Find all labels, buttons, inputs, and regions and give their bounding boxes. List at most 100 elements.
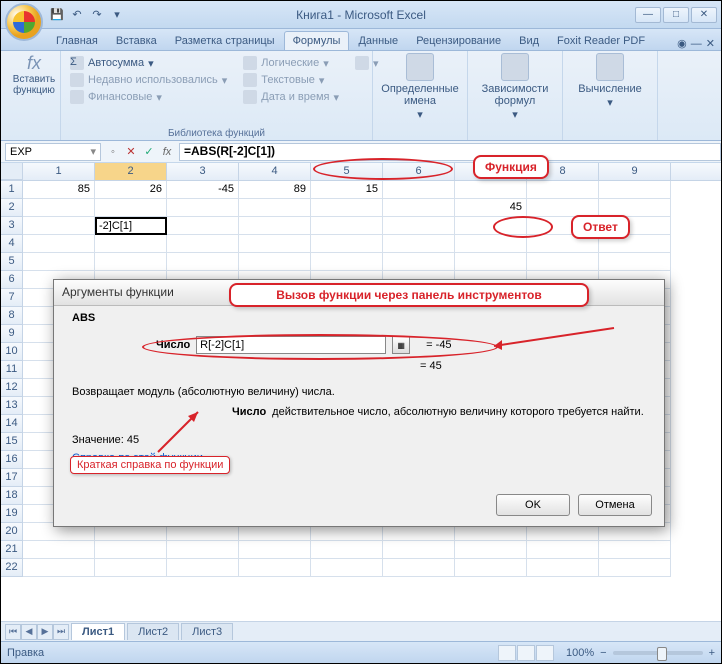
financial-button[interactable]: Финансовые ▾ (67, 89, 230, 105)
row-header[interactable]: 3 (1, 217, 23, 235)
cell[interactable] (455, 541, 527, 559)
cancel-button[interactable]: Отмена (578, 494, 652, 516)
select-all-corner[interactable] (1, 163, 23, 180)
cell[interactable] (383, 253, 455, 271)
cell[interactable] (311, 217, 383, 235)
cell[interactable] (527, 541, 599, 559)
sheet-tab-3[interactable]: Лист3 (181, 623, 233, 640)
cell[interactable] (311, 541, 383, 559)
tab-formulas[interactable]: Формулы (284, 31, 350, 50)
ribbon-close-icon[interactable]: ✕ (706, 37, 715, 50)
row-header[interactable]: 2 (1, 199, 23, 217)
cell[interactable] (239, 199, 311, 217)
sheet-nav-last-icon[interactable]: ⏭ (53, 624, 69, 640)
cell[interactable] (311, 199, 383, 217)
cell[interactable] (383, 199, 455, 217)
cell[interactable] (383, 235, 455, 253)
cancel-formula-icon[interactable]: ✕ (123, 144, 139, 160)
row-header[interactable]: 6 (1, 271, 23, 289)
row-header[interactable]: 17 (1, 469, 23, 487)
autosum-button[interactable]: ΣАвтосумма ▾ (67, 55, 230, 71)
chevron-down-icon[interactable]: ▾ (90, 145, 96, 158)
tab-page-layout[interactable]: Разметка страницы (166, 31, 284, 50)
cell[interactable] (167, 199, 239, 217)
tab-review[interactable]: Рецензирование (407, 31, 510, 50)
cell[interactable] (383, 181, 455, 199)
cell[interactable] (239, 235, 311, 253)
cell[interactable] (23, 559, 95, 577)
cell[interactable] (23, 199, 95, 217)
cell[interactable] (383, 217, 455, 235)
cell[interactable] (527, 253, 599, 271)
col-header[interactable]: 9 (599, 163, 671, 180)
maximize-button[interactable]: □ (663, 7, 689, 23)
row-header[interactable]: 13 (1, 397, 23, 415)
row-header[interactable]: 4 (1, 235, 23, 253)
qat-dropdown-icon[interactable]: ▾ (109, 7, 125, 23)
tab-foxit[interactable]: Foxit Reader PDF (548, 31, 654, 50)
help-icon[interactable]: ◉ (677, 37, 687, 50)
row-header[interactable]: 15 (1, 433, 23, 451)
zoom-out-button[interactable]: − (600, 647, 606, 659)
cell[interactable] (23, 541, 95, 559)
cell[interactable] (23, 235, 95, 253)
insert-function-button[interactable]: fx Вставить функцию (7, 53, 61, 96)
cell[interactable]: -2]C[1] (95, 217, 167, 235)
cell[interactable] (455, 181, 527, 199)
row-header[interactable]: 20 (1, 523, 23, 541)
cell[interactable] (239, 541, 311, 559)
cell[interactable] (167, 541, 239, 559)
cell[interactable]: 26 (95, 181, 167, 199)
row-header[interactable]: 21 (1, 541, 23, 559)
col-header[interactable]: 4 (239, 163, 311, 180)
redo-icon[interactable]: ↷ (89, 7, 105, 23)
cell[interactable] (527, 559, 599, 577)
row-header[interactable]: 5 (1, 253, 23, 271)
view-pagebreak-icon[interactable] (536, 645, 554, 661)
cell[interactable] (311, 559, 383, 577)
sheet-tab-2[interactable]: Лист2 (127, 623, 179, 640)
cell[interactable] (23, 253, 95, 271)
cell[interactable] (95, 253, 167, 271)
row-header[interactable]: 1 (1, 181, 23, 199)
cell[interactable] (383, 559, 455, 577)
text-button[interactable]: Текстовые ▾ (240, 72, 342, 88)
cell[interactable] (95, 199, 167, 217)
cell[interactable] (167, 217, 239, 235)
cell[interactable] (239, 217, 311, 235)
row-header[interactable]: 18 (1, 487, 23, 505)
recent-button[interactable]: Недавно использовались ▾ (67, 72, 230, 88)
cell[interactable]: 45 (455, 199, 527, 217)
sheet-nav-first-icon[interactable]: ⏮ (5, 624, 21, 640)
calculation-button[interactable]: Вычисление▾ (569, 53, 651, 109)
logical-button[interactable]: Логические ▾ (240, 55, 342, 71)
tab-insert[interactable]: Вставка (107, 31, 166, 50)
cell[interactable]: 85 (23, 181, 95, 199)
zoom-level[interactable]: 100% (566, 647, 594, 659)
row-header[interactable]: 16 (1, 451, 23, 469)
name-box[interactable]: EXP▾ (5, 143, 101, 161)
row-header[interactable]: 22 (1, 559, 23, 577)
col-header[interactable]: 2 (95, 163, 167, 180)
datetime-button[interactable]: Дата и время ▾ (240, 89, 342, 105)
cell[interactable] (167, 559, 239, 577)
cell[interactable] (599, 181, 671, 199)
cell[interactable]: 89 (239, 181, 311, 199)
cell[interactable] (23, 217, 95, 235)
accept-formula-icon[interactable]: ✓ (141, 144, 157, 160)
cell[interactable]: 15 (311, 181, 383, 199)
formula-deps-button[interactable]: Зависимости формул▾ (474, 53, 556, 121)
tab-data[interactable]: Данные (349, 31, 407, 50)
fx-bar-icon[interactable]: fx (159, 144, 175, 160)
undo-icon[interactable]: ↶ (69, 7, 85, 23)
office-button[interactable] (5, 3, 43, 41)
row-header[interactable]: 10 (1, 343, 23, 361)
cell[interactable] (455, 559, 527, 577)
col-header[interactable]: 1 (23, 163, 95, 180)
sheet-nav-prev-icon[interactable]: ◀ (21, 624, 37, 640)
row-header[interactable]: 19 (1, 505, 23, 523)
cell[interactable] (383, 541, 455, 559)
cell[interactable] (455, 253, 527, 271)
cell[interactable] (95, 235, 167, 253)
ok-button[interactable]: OK (496, 494, 570, 516)
